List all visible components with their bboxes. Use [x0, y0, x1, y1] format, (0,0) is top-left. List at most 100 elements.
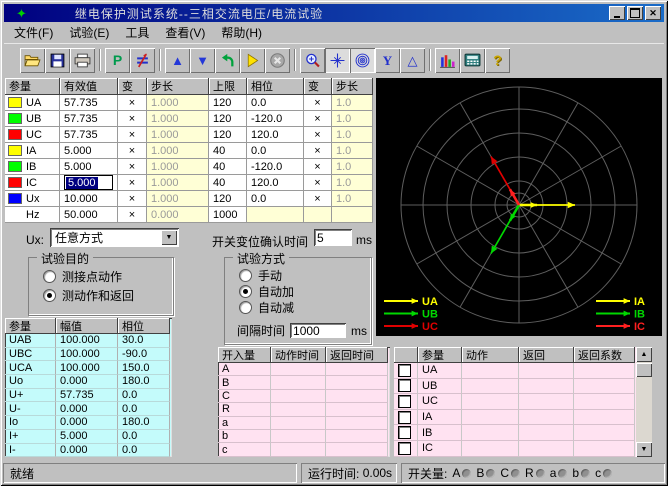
step-cell[interactable]: 0.000: [147, 207, 209, 223]
phase-cell[interactable]: 120.0: [247, 127, 304, 143]
vary-toggle-cell[interactable]: [304, 207, 332, 223]
row-checkbox[interactable]: [398, 442, 411, 455]
vary-toggle-cell[interactable]: ×: [118, 207, 147, 223]
row-checkbox[interactable]: [398, 411, 411, 424]
vary-toggle-cell[interactable]: ×: [118, 159, 147, 175]
y-connection-button[interactable]: Y: [375, 48, 400, 73]
step-cell[interactable]: 1.0: [332, 95, 373, 111]
axes-view-button[interactable]: [325, 48, 350, 73]
step-cell[interactable]: 1.000: [147, 159, 209, 175]
maximize-button[interactable]: [627, 6, 643, 20]
phase-cell[interactable]: -120.0: [247, 159, 304, 175]
vary-toggle-cell[interactable]: ×: [304, 127, 332, 143]
step-cell[interactable]: 1.0: [332, 143, 373, 159]
radio-option-0[interactable]: 手动: [239, 267, 294, 283]
step-cell[interactable]: 1.000: [147, 111, 209, 127]
scroll-down-button[interactable]: ▼: [636, 442, 652, 457]
vary-toggle-cell[interactable]: ×: [304, 143, 332, 159]
upper-limit-cell[interactable]: 40: [209, 175, 247, 191]
param-p-button[interactable]: P: [105, 48, 130, 73]
vary-toggle-cell[interactable]: ×: [304, 191, 332, 207]
interval-input[interactable]: [290, 323, 346, 338]
row-checkbox[interactable]: [398, 379, 411, 392]
upper-limit-cell[interactable]: 40: [209, 143, 247, 159]
step-cell[interactable]: 1.000: [147, 127, 209, 143]
upper-limit-cell[interactable]: 120: [209, 191, 247, 207]
phase-toggle-button[interactable]: [130, 48, 155, 73]
phase-cell[interactable]: [247, 207, 304, 223]
vary-toggle-cell[interactable]: ×: [118, 175, 147, 191]
vary-toggle-cell[interactable]: ×: [118, 95, 147, 111]
vary-toggle-cell[interactable]: ×: [118, 111, 147, 127]
value-cell[interactable]: 57.735: [60, 111, 118, 127]
scroll-thumb[interactable]: [636, 363, 652, 377]
row-checkbox[interactable]: [398, 364, 411, 377]
print-button[interactable]: [70, 48, 95, 73]
scroll-track[interactable]: [636, 362, 652, 442]
phase-cell[interactable]: -120.0: [247, 111, 304, 127]
value-cell[interactable]: 57.735: [60, 95, 118, 111]
scroll-up-button[interactable]: ▲: [636, 347, 652, 362]
undo-button[interactable]: [215, 48, 240, 73]
vary-toggle-cell[interactable]: ×: [304, 175, 332, 191]
step-cell[interactable]: 1.0: [332, 191, 373, 207]
upper-limit-cell[interactable]: 120: [209, 111, 247, 127]
phase-cell[interactable]: 0.0: [247, 95, 304, 111]
step-cell[interactable]: 1.000: [147, 143, 209, 159]
value-cell[interactable]: 5.000: [60, 143, 118, 159]
step-cell[interactable]: 1.0: [332, 159, 373, 175]
value-cell[interactable]: 5.000: [60, 175, 118, 191]
row-checkbox[interactable]: [398, 395, 411, 408]
phase-cell[interactable]: 0.0: [247, 143, 304, 159]
ux-mode-select[interactable]: 任意方式 ▼: [50, 228, 179, 247]
step-cell[interactable]: 1.000: [147, 175, 209, 191]
value-cell[interactable]: 57.735: [60, 127, 118, 143]
vary-toggle-cell[interactable]: ×: [304, 95, 332, 111]
upper-limit-cell[interactable]: 40: [209, 159, 247, 175]
vary-toggle-cell[interactable]: ×: [118, 191, 147, 207]
step-cell[interactable]: 1.000: [147, 191, 209, 207]
upper-limit-cell[interactable]: 1000: [209, 207, 247, 223]
vary-toggle-cell[interactable]: ×: [304, 159, 332, 175]
confirm-time-input[interactable]: [314, 229, 352, 246]
phase-cell[interactable]: 0.0: [247, 191, 304, 207]
title-bar[interactable]: ✦ 继电保护测试系统--三相交流电压/电流试验 ✕: [4, 4, 664, 22]
step-down-button[interactable]: ▼: [190, 48, 215, 73]
help-button[interactable]: ?: [485, 48, 510, 73]
radio-option-0[interactable]: 测接点动作: [43, 267, 134, 286]
step-cell[interactable]: 1.0: [332, 175, 373, 191]
upper-limit-cell[interactable]: 120: [209, 127, 247, 143]
close-button[interactable]: ✕: [645, 6, 661, 20]
radio-option-1[interactable]: 测动作和返回: [43, 286, 134, 305]
step-cell[interactable]: 1.0: [332, 111, 373, 127]
row-checkbox[interactable]: [398, 426, 411, 439]
result-table-scrollbar[interactable]: ▲ ▼: [636, 347, 652, 457]
save-file-button[interactable]: [45, 48, 70, 73]
step-cell[interactable]: 1.0: [332, 127, 373, 143]
menu-item-3[interactable]: 查看(V): [157, 22, 213, 43]
upper-limit-cell[interactable]: 120: [209, 95, 247, 111]
menu-item-0[interactable]: 文件(F): [6, 22, 61, 43]
value-cell[interactable]: 10.000: [60, 191, 118, 207]
vary-toggle-cell[interactable]: ×: [118, 143, 147, 159]
zoom-button[interactable]: [300, 48, 325, 73]
bar-chart-button[interactable]: [435, 48, 460, 73]
vary-toggle-cell[interactable]: ×: [304, 111, 332, 127]
vary-toggle-cell[interactable]: ×: [118, 127, 147, 143]
step-cell[interactable]: 1.000: [147, 95, 209, 111]
dropdown-arrow-icon[interactable]: ▼: [161, 230, 177, 245]
radio-option-2[interactable]: 自动减: [239, 299, 294, 315]
value-cell[interactable]: 5.000: [60, 159, 118, 175]
value-cell[interactable]: 50.000: [60, 207, 118, 223]
step-up-button[interactable]: ▲: [165, 48, 190, 73]
menu-item-1[interactable]: 试验(E): [61, 22, 117, 43]
menu-item-2[interactable]: 工具: [117, 22, 157, 43]
menu-item-4[interactable]: 帮助(H): [213, 22, 270, 43]
start-test-button[interactable]: [240, 48, 265, 73]
radio-option-1[interactable]: 自动加: [239, 283, 294, 299]
calculator-button[interactable]: [460, 48, 485, 73]
open-file-button[interactable]: [20, 48, 45, 73]
minimize-button[interactable]: [609, 6, 625, 20]
delta-connection-button[interactable]: △: [400, 48, 425, 73]
value-editbox[interactable]: 5.000: [64, 175, 113, 190]
